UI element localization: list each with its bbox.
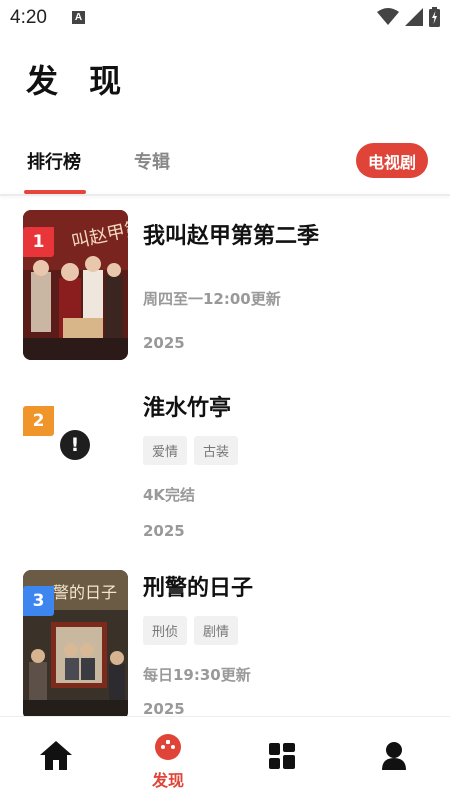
nav-home[interactable] — [0, 717, 112, 800]
rank-badge: 1 — [23, 227, 54, 257]
rank-badge: 3 — [23, 586, 54, 616]
rank-badge: 2 — [23, 406, 54, 436]
item-tags: 爱情 古装 — [143, 436, 239, 465]
item-title[interactable]: 刑警的日子 — [143, 570, 253, 602]
signal-icon — [405, 8, 423, 26]
tab-album[interactable]: 专辑 — [134, 148, 170, 174]
item-tags: 刑侦 剧情 — [143, 616, 239, 645]
tab-bar: 排行榜 专辑 电视剧 — [0, 130, 450, 194]
tag: 爱情 — [143, 436, 188, 465]
rank-number: 2 — [32, 411, 45, 431]
status-bar: 4:20 A — [0, 0, 450, 36]
status-time: 4:20 — [10, 7, 47, 28]
item-update-status: 每日19:30更新 — [143, 666, 251, 684]
ranking-list: 叫赵甲第 1 我叫赵甲第第二季 周四至一12:00更新 2025 ! 2 淮水竹… — [0, 196, 450, 716]
item-title[interactable]: 淮水竹亭 — [143, 390, 231, 422]
poster-placeholder[interactable]: ! — [23, 376, 128, 526]
nav-categories[interactable] — [226, 717, 338, 800]
item-year: 2025 — [143, 522, 185, 540]
status-icons — [377, 6, 440, 28]
list-item[interactable]: ! 2 淮水竹亭 爱情 古装 4K完结 2025 — [0, 366, 450, 556]
item-update-status: 4K完结 — [143, 486, 196, 504]
item-year: 2025 — [143, 334, 185, 352]
svg-text:警的日子: 警的日子 — [53, 583, 117, 602]
nav-discover-label: 发现 — [151, 771, 184, 790]
bottom-navigation: 发现 — [0, 716, 450, 800]
wifi-icon — [377, 8, 399, 25]
notification-a-icon: A — [72, 11, 85, 24]
rank-number: 3 — [32, 591, 45, 611]
tab-ranking[interactable]: 排行榜 — [27, 148, 81, 174]
tag: 古装 — [194, 436, 239, 465]
home-icon — [40, 741, 72, 770]
nav-profile[interactable] — [338, 717, 450, 800]
item-update-status: 周四至一12:00更新 — [143, 290, 281, 308]
page-title: 发 现 — [26, 62, 132, 100]
list-item[interactable]: 警的日子 3 刑警的日子 刑侦 剧情 每日19:30更新 2025 — [0, 556, 450, 716]
rank-number: 1 — [32, 232, 45, 252]
tag: 剧情 — [194, 616, 239, 645]
battery-icon — [429, 7, 440, 27]
category-chip-tv[interactable]: 电视剧 — [356, 143, 428, 178]
error-icon: ! — [60, 430, 90, 460]
item-year: 2025 — [143, 700, 185, 716]
discover-icon — [155, 734, 181, 760]
nav-discover[interactable]: 发现 — [112, 717, 224, 800]
item-title[interactable]: 我叫赵甲第第二季 — [143, 218, 319, 250]
list-item[interactable]: 叫赵甲第 1 我叫赵甲第第二季 周四至一12:00更新 2025 — [0, 196, 450, 366]
tag: 刑侦 — [143, 616, 188, 645]
grid-icon — [269, 743, 295, 769]
profile-icon — [382, 742, 406, 770]
